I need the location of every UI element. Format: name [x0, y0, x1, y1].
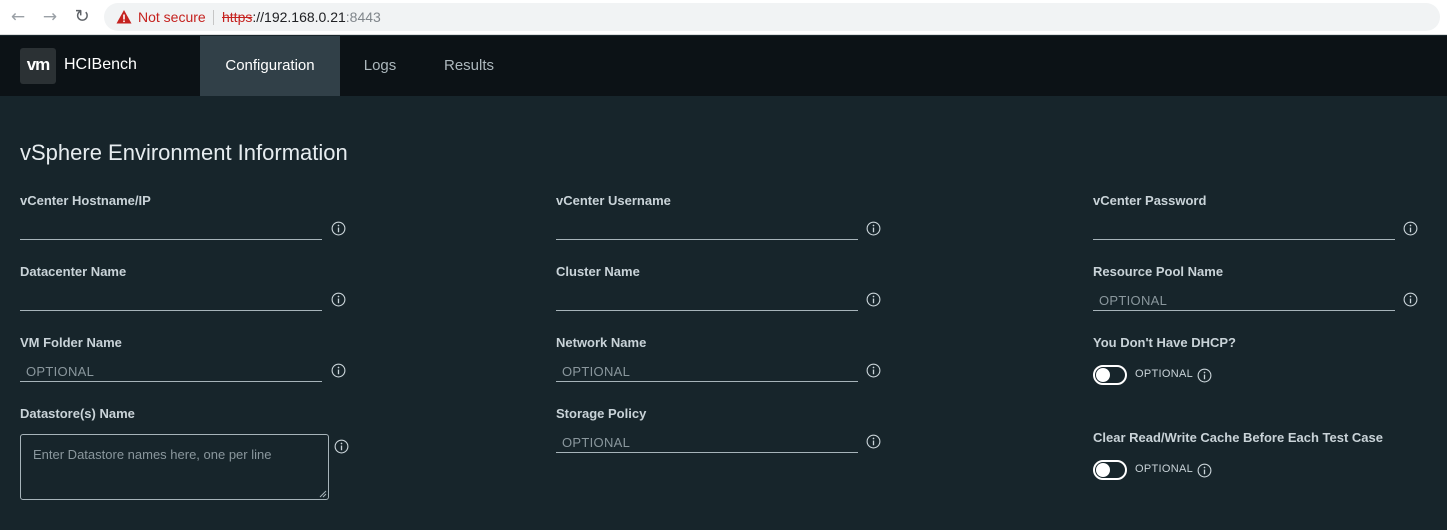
network-name-label: Network Name	[556, 335, 647, 350]
info-icon[interactable]	[1197, 368, 1212, 383]
vmware-logo: vm	[20, 48, 56, 84]
warning-triangle-icon[interactable]	[116, 9, 132, 25]
clear-cache-toggle-text: OPTIONAL	[1135, 463, 1194, 475]
info-icon[interactable]	[331, 292, 346, 307]
back-arrow-icon[interactable]: ←	[8, 7, 28, 27]
cluster-name-label: Cluster Name	[556, 264, 640, 279]
vcenter-password-label: vCenter Password	[1093, 193, 1207, 208]
no-dhcp-label: You Don't Have DHCP?	[1093, 335, 1236, 350]
datacenter-name-label: Datacenter Name	[20, 264, 127, 279]
info-icon[interactable]	[866, 221, 881, 236]
url-port: :8443	[345, 9, 381, 25]
tab-logs[interactable]: Logs	[340, 36, 420, 96]
info-icon[interactable]	[1197, 463, 1212, 478]
datastore-names-label: Datastore(s) Name	[20, 406, 135, 421]
network-name-input[interactable]: OPTIONAL	[556, 362, 858, 382]
info-icon[interactable]	[866, 292, 881, 307]
resource-pool-name-input[interactable]: OPTIONAL	[1093, 291, 1395, 311]
browser-toolbar: ← → ↻ Not secure https://192.168.0.21:84…	[0, 0, 1447, 35]
forward-arrow-icon[interactable]: →	[40, 7, 60, 27]
resize-grip-icon[interactable]	[319, 490, 327, 498]
vm-folder-name-input[interactable]: OPTIONAL	[20, 362, 322, 382]
resource-pool-name-label: Resource Pool Name	[1093, 264, 1224, 279]
storage-policy-input[interactable]: OPTIONAL	[556, 433, 858, 453]
vcenter-hostname-input[interactable]	[20, 220, 322, 240]
toggle-knob	[1096, 368, 1110, 382]
info-icon[interactable]	[1403, 221, 1418, 236]
address-bar[interactable]: Not secure https://192.168.0.21:8443	[104, 3, 1440, 31]
no-dhcp-toggle-text: OPTIONAL	[1135, 368, 1194, 380]
info-icon[interactable]	[331, 221, 346, 236]
info-icon[interactable]	[1403, 292, 1418, 307]
no-dhcp-toggle[interactable]	[1093, 365, 1127, 385]
app-header: vm HCIBench Configuration Logs Results	[0, 36, 1447, 96]
datacenter-name-input[interactable]	[20, 291, 322, 311]
tab-configuration[interactable]: Configuration	[200, 36, 340, 96]
datastore-names-textarea[interactable]: Enter Datastore names here, one per line	[20, 434, 329, 500]
url-text[interactable]: https://192.168.0.21:8443	[222, 9, 381, 25]
address-divider	[213, 10, 214, 25]
cluster-name-input[interactable]	[556, 291, 858, 311]
url-scheme: https	[222, 9, 253, 25]
app-title: HCIBench	[64, 56, 137, 73]
info-icon[interactable]	[866, 434, 881, 449]
info-icon[interactable]	[331, 363, 346, 378]
section-title: vSphere Environment Information	[20, 140, 348, 165]
clear-cache-label: Clear Read/Write Cache Before Each Test …	[1093, 430, 1383, 445]
info-icon[interactable]	[334, 439, 349, 454]
vm-folder-name-label: VM Folder Name	[20, 335, 122, 350]
clear-cache-toggle[interactable]	[1093, 460, 1127, 480]
info-icon[interactable]	[866, 363, 881, 378]
vcenter-hostname-label: vCenter Hostname/IP	[20, 193, 151, 208]
vcenter-username-label: vCenter Username	[556, 193, 671, 208]
toggle-knob	[1096, 463, 1110, 477]
vcenter-username-input[interactable]	[556, 220, 858, 240]
storage-policy-label: Storage Policy	[556, 406, 647, 421]
not-secure-label[interactable]: Not secure	[138, 9, 206, 25]
reload-icon[interactable]: ↻	[72, 7, 92, 27]
vcenter-password-input[interactable]	[1093, 220, 1395, 240]
tab-results[interactable]: Results	[420, 36, 518, 96]
url-host: ://192.168.0.21	[252, 9, 346, 25]
